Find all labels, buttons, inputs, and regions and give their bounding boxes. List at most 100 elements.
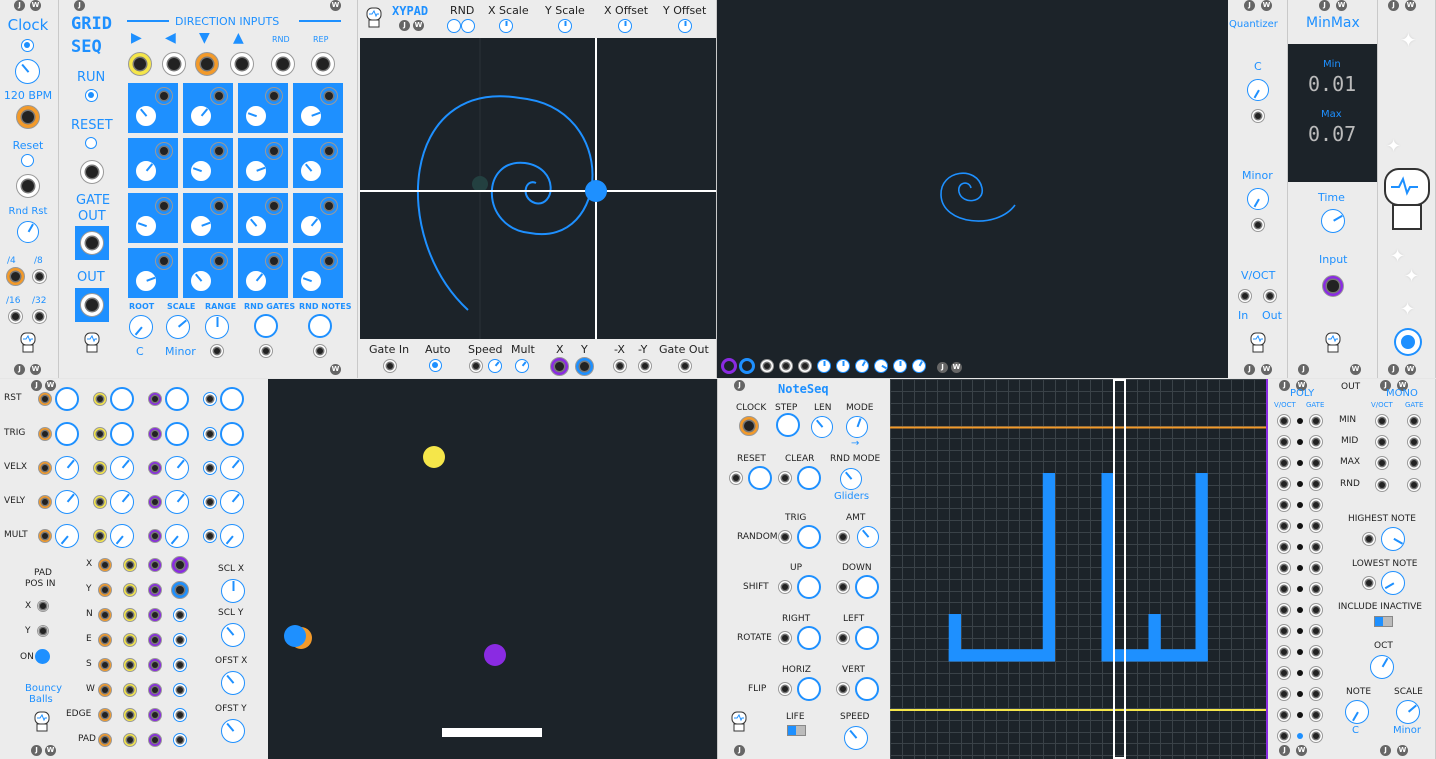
edge-out-jack[interactable] — [123, 708, 137, 722]
vely-knob[interactable] — [220, 490, 244, 514]
input-jack[interactable] — [1322, 275, 1344, 297]
step-note-knob[interactable] — [190, 270, 212, 292]
scale-jack[interactable] — [1251, 218, 1265, 232]
velx-knob[interactable] — [110, 456, 134, 480]
x-scale-knob[interactable] — [499, 19, 513, 33]
poly-voct-jack[interactable] — [1277, 624, 1291, 638]
right-button[interactable] — [797, 626, 821, 650]
step-gate-jack[interactable] — [210, 197, 228, 215]
step-note-knob[interactable] — [190, 215, 212, 237]
x-out-jack[interactable] — [550, 357, 569, 376]
down-jack[interactable] — [836, 580, 850, 594]
poly-gate-jack[interactable] — [1309, 561, 1323, 575]
scale-knob[interactable] — [1247, 188, 1269, 210]
rnd-notes-button[interactable] — [308, 314, 332, 338]
e-out-jack[interactable] — [173, 633, 187, 647]
poly-voct-jack[interactable] — [1277, 729, 1291, 743]
scope-input-jack-1[interactable] — [721, 358, 737, 374]
step-button[interactable] — [776, 413, 800, 437]
mult-knob[interactable] — [55, 524, 79, 548]
x-out-jack[interactable] — [123, 558, 137, 572]
rst-button[interactable] — [110, 387, 134, 411]
speed-jack[interactable] — [469, 359, 483, 373]
rst-jack[interactable] — [148, 392, 162, 406]
y-offset-knob[interactable] — [678, 19, 692, 33]
poly-voct-jack[interactable] — [1277, 666, 1291, 680]
auto-button[interactable] — [429, 359, 442, 372]
poly-gate-jack[interactable] — [1309, 687, 1323, 701]
pad-out-jack[interactable] — [173, 733, 187, 747]
pad-on-button[interactable] — [35, 649, 50, 664]
rnd-voct-jack[interactable] — [1375, 478, 1389, 492]
y-out-jack[interactable] — [148, 583, 162, 597]
trig-button[interactable] — [165, 422, 189, 446]
poly-gate-jack[interactable] — [1309, 603, 1323, 617]
step-gate-jack[interactable] — [155, 142, 173, 160]
poly-gate-jack[interactable] — [1309, 414, 1323, 428]
e-out-jack[interactable] — [148, 633, 162, 647]
rnd-rst-knob[interactable] — [17, 221, 39, 243]
reset-jack[interactable] — [16, 174, 40, 198]
step-gate-jack[interactable] — [155, 252, 173, 270]
step-note-knob[interactable] — [135, 105, 157, 127]
x-out-jack[interactable] — [171, 556, 189, 574]
mult-jack[interactable] — [203, 529, 217, 543]
len-knob[interactable] — [811, 416, 833, 438]
note-knob[interactable] — [1345, 700, 1369, 724]
vely-jack[interactable] — [38, 495, 52, 509]
reset-button[interactable] — [748, 466, 772, 490]
highest-note-knob[interactable] — [1381, 527, 1405, 551]
mult-jack[interactable] — [93, 529, 107, 543]
life-toggle[interactable] — [787, 725, 806, 736]
step-gate-jack[interactable] — [210, 142, 228, 160]
w-out-jack[interactable] — [123, 683, 137, 697]
edge-out-jack[interactable] — [148, 708, 162, 722]
balls-arena[interactable] — [268, 379, 717, 759]
poly-gate-jack[interactable] — [1309, 582, 1323, 596]
trig-button[interactable] — [110, 422, 134, 446]
reset-jack[interactable] — [80, 160, 104, 184]
speed-knob[interactable] — [844, 726, 868, 750]
poly-voct-jack[interactable] — [1277, 456, 1291, 470]
poly-voct-jack[interactable] — [1277, 540, 1291, 554]
highest-note-jack[interactable] — [1362, 532, 1376, 546]
rst-jack[interactable] — [203, 392, 217, 406]
step-note-knob[interactable] — [245, 215, 267, 237]
range-knob[interactable] — [205, 315, 229, 339]
mult-knob[interactable] — [515, 359, 529, 373]
poly-voct-jack[interactable] — [1277, 582, 1291, 596]
y-out-jack[interactable] — [171, 581, 189, 599]
s-out-jack[interactable] — [173, 658, 187, 672]
root-knob[interactable] — [129, 315, 153, 339]
neg-y-jack[interactable] — [638, 359, 652, 373]
mult-knob[interactable] — [110, 524, 134, 548]
poly-voct-jack[interactable] — [1277, 561, 1291, 575]
scope-knob-6[interactable] — [912, 359, 926, 373]
range-jack[interactable] — [210, 344, 224, 358]
voct-out-jack[interactable] — [1263, 289, 1277, 303]
step-note-knob[interactable] — [190, 105, 212, 127]
y-out-jack[interactable] — [123, 583, 137, 597]
pad-out-jack[interactable] — [98, 733, 112, 747]
neg-x-jack[interactable] — [613, 359, 627, 373]
vely-knob[interactable] — [55, 490, 79, 514]
horiz-button[interactable] — [797, 677, 821, 701]
gate-in-jack[interactable] — [383, 359, 397, 373]
voct-in-jack[interactable] — [1238, 289, 1252, 303]
velx-knob[interactable] — [165, 456, 189, 480]
velx-jack[interactable] — [93, 461, 107, 475]
clock-jack[interactable] — [739, 416, 759, 436]
horiz-jack[interactable] — [778, 682, 792, 696]
rst-jack[interactable] — [38, 392, 52, 406]
poly-gate-jack[interactable] — [1309, 456, 1323, 470]
mode-knob[interactable] — [846, 416, 868, 438]
min-gate-jack[interactable] — [1407, 414, 1421, 428]
min-voct-jack[interactable] — [1375, 414, 1389, 428]
mid-gate-jack[interactable] — [1407, 435, 1421, 449]
rnd-mode-knob[interactable] — [840, 468, 862, 490]
rnd-gates-jack[interactable] — [259, 344, 273, 358]
left-button[interactable] — [855, 626, 879, 650]
scope-jack-3[interactable] — [760, 359, 774, 373]
step-gate-jack[interactable] — [265, 87, 283, 105]
right-jack[interactable] — [778, 631, 792, 645]
